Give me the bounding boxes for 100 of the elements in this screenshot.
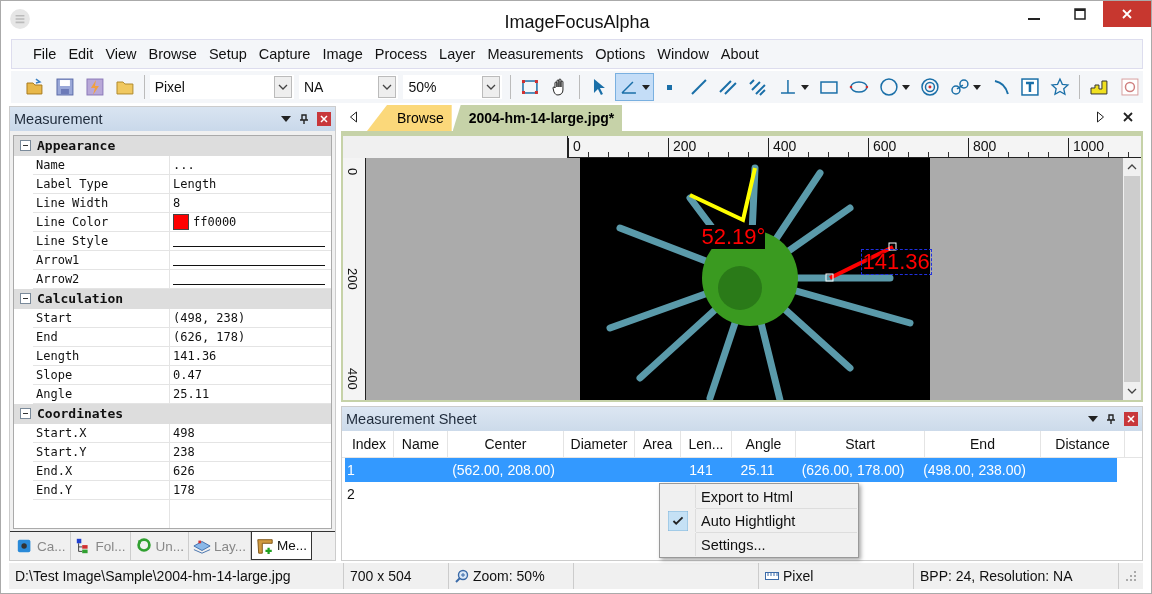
panel-tab[interactable]: Me... [251,532,313,560]
property-name: Name [33,156,170,174]
property-value: ff0000 [193,215,237,229]
menu-item[interactable]: Measurements [481,46,590,62]
open-folder-icon [25,77,45,97]
ruler-icon [765,571,779,581]
ruler-label: 400 [345,368,360,390]
property-name: End [33,328,170,346]
menu-item[interactable]: Settings... [661,533,857,556]
menu-item[interactable]: File [27,46,63,62]
tool-button[interactable] [614,73,654,101]
ruler-label: 1000 [1068,138,1105,157]
resize-grip-icon[interactable] [1125,570,1137,582]
property-name: End.X [33,462,170,480]
ruler-label: 600 [868,138,897,157]
property-value: 626 [173,464,195,478]
collapse-icon[interactable] [20,140,31,151]
column-header[interactable]: Angle [732,431,796,457]
pin-icon[interactable] [1106,414,1116,424]
column-header[interactable]: Index [345,431,394,457]
chevron-down-icon [486,84,496,90]
property-name: Start [33,309,170,327]
ruler-label: 0 [568,138,581,157]
collapse-icon[interactable] [20,293,31,304]
save-icon [54,77,75,97]
caret-icon [972,84,981,90]
caret-icon [901,84,910,90]
property-name: Label Type [33,175,170,193]
zoom-dropdown[interactable]: 50% [403,75,502,99]
property-value: 498 [173,426,195,440]
property-name: Start.X [33,424,170,442]
document-tab[interactable]: Browse [367,105,452,131]
menu-item[interactable]: Export to Html [661,485,857,508]
ruler-label: 800 [968,138,997,157]
circle-icon [878,77,899,97]
column-header[interactable]: Area [635,431,681,457]
unit-dropdown[interactable]: Pixel [149,75,294,99]
bar-blocks-icon [1089,77,1110,97]
column-header[interactable]: End [925,431,1041,457]
property-value: 178 [173,483,195,497]
menu-item[interactable]: Browse [142,46,203,62]
menu-item[interactable]: View [99,46,143,62]
panel-title: Measurement Sheet [346,411,478,427]
menu-item[interactable]: Auto Hightlight [661,509,857,532]
point-icon [666,84,672,90]
ruler-plus-icon [256,536,275,555]
window-title: ImageFocusAlpha [503,11,651,33]
property-value: (626, 178) [173,330,246,344]
zoom-text: Zoom: 50% [473,568,545,584]
scroll-right-icon[interactable] [1096,111,1105,123]
scroll-left-icon[interactable] [349,111,358,123]
property-value: 8 [173,196,181,210]
menu-item[interactable]: Layer [433,46,482,62]
close-icon[interactable] [1122,111,1134,123]
column-header[interactable]: Len... [681,431,732,457]
column-header[interactable]: Center [448,431,564,457]
scroll-up-icon[interactable] [1127,164,1137,170]
column-header[interactable]: Start [796,431,925,457]
menu-item[interactable]: Capture [252,46,317,62]
property-name: Slope [33,366,170,384]
property-value: Length [173,177,217,191]
maximize-icon [1074,8,1086,20]
menu-item[interactable]: Process [368,46,434,62]
menu-item[interactable]: Setup [202,46,253,62]
property-value: 238 [173,445,195,459]
ruler-label: 200 [668,138,697,157]
document-tab[interactable]: 2004-hm-14-large.jpg* [452,105,623,131]
image-size-text: 700 x 504 [344,563,449,589]
text-box-icon [1020,77,1041,97]
menu-item[interactable]: Edit [62,46,100,62]
angle-measurement-lines[interactable] [688,167,757,223]
ruler-label: 0 [345,168,360,176]
calibration-dropdown[interactable]: NA [298,75,399,99]
ruler-label: 200 [345,268,360,290]
column-header[interactable]: Distance [1041,431,1125,457]
unit-text: Pixel [783,568,814,584]
column-header[interactable]: Diameter [564,431,635,457]
category-label: Coordinates [37,406,124,421]
property-name: Angle [33,385,170,403]
menu-item[interactable]: Image [316,46,369,62]
pin-icon[interactable] [299,114,309,124]
link-icon [949,77,970,97]
menu-item[interactable]: Options [589,46,652,62]
property-name: Length [33,347,170,365]
table-cell-text: 25.11 [739,462,776,478]
dropdown-arrow-icon[interactable] [1088,414,1098,424]
close-button[interactable] [1103,1,1151,27]
property-value: 141.36 [173,349,217,363]
star-icon [1050,77,1071,97]
menu-item[interactable]: About [714,46,765,62]
file-path-text: D:\Test Image\Sample\2004-hm-14-large.jpg [9,563,344,589]
menu-item[interactable]: Window [651,46,715,62]
column-header[interactable]: Name [394,431,448,457]
scroll-down-icon[interactable] [1127,388,1137,394]
concentric-circles-icon [919,77,940,97]
dropdown-arrow-icon[interactable] [281,114,291,124]
collapse-icon[interactable] [20,408,31,419]
app-icon [9,8,31,30]
property-name: Start.Y [33,443,170,461]
property-name: Arrow1 [33,251,170,269]
